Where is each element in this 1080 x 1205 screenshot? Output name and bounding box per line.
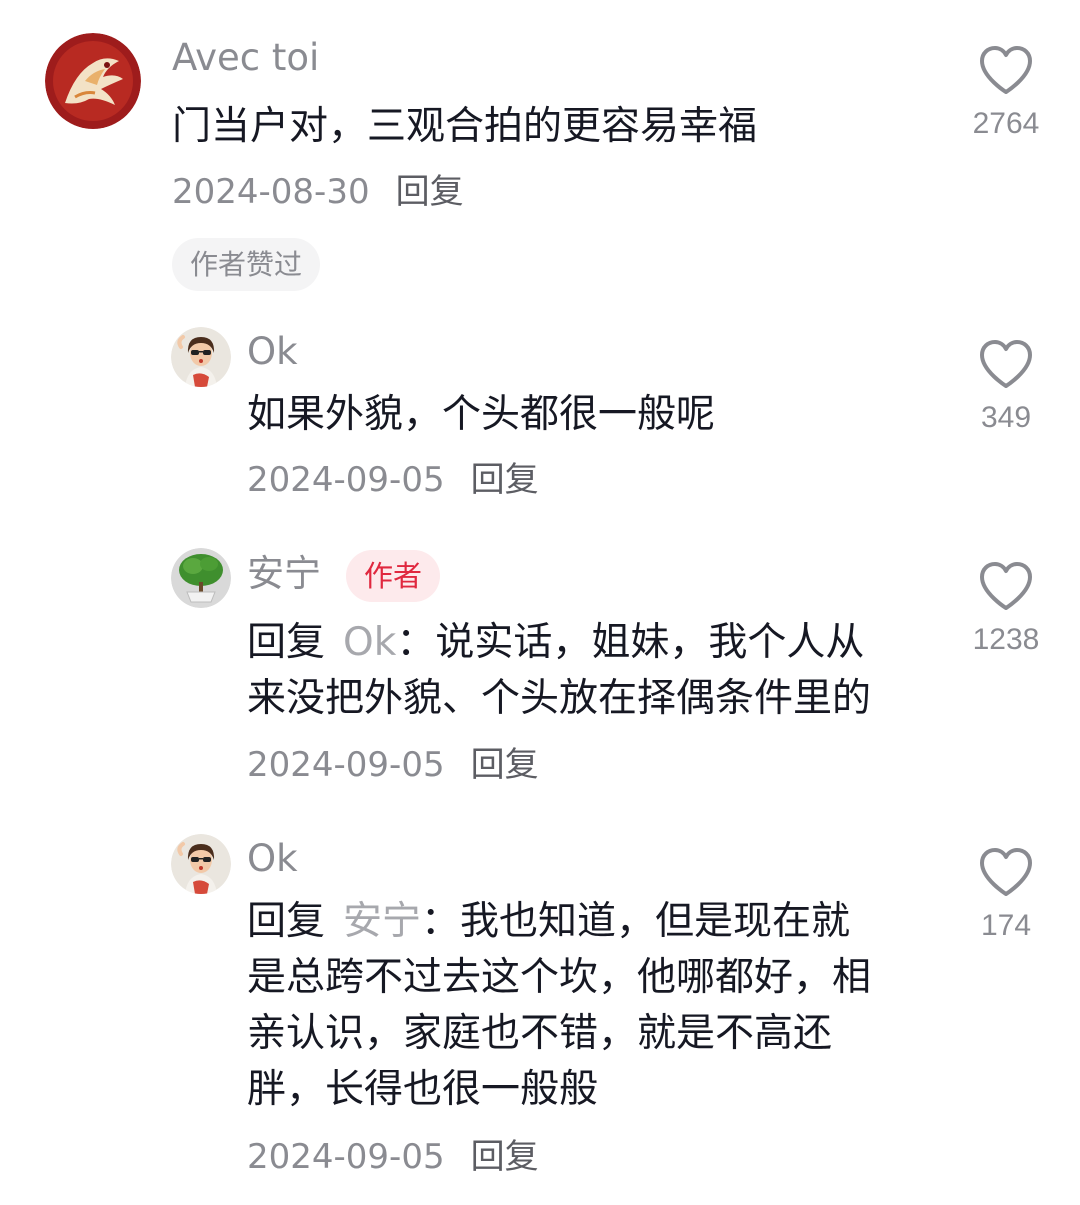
like-button[interactable]: 174 — [956, 846, 1056, 944]
comment-username[interactable]: Avec toi — [172, 36, 319, 80]
comment-date: 2024-08-30 — [172, 172, 370, 212]
girl-sunglasses-avatar-icon — [171, 327, 231, 387]
author-liked-badge: 作者赞过 — [172, 238, 321, 291]
like-button[interactable]: 1238 — [956, 560, 1056, 658]
comment-text-line: 说实话，姐妹，我个人从 — [435, 620, 865, 665]
reply-button[interactable]: 回复 — [396, 172, 464, 212]
reply-colon: ： — [396, 620, 436, 665]
reply-button[interactable]: 回复 — [471, 1137, 539, 1177]
avatar[interactable] — [171, 327, 231, 387]
avatar[interactable] — [171, 548, 231, 608]
like-count: 174 — [980, 909, 1032, 942]
comment-meta: 2024-09-05 回复 — [247, 1137, 539, 1177]
bonsai-tree-avatar-icon — [171, 548, 231, 608]
reply-button[interactable]: 回复 — [471, 460, 539, 500]
girl-sunglasses-avatar-icon — [171, 834, 231, 894]
comment-meta: 2024-09-05 回复 — [247, 745, 539, 785]
reply-colon: ： — [421, 899, 461, 944]
comment-text-line: 胖，长得也很一般般 — [247, 1067, 599, 1112]
heart-icon — [980, 46, 1032, 94]
reply-prefix: 回复 — [247, 899, 326, 944]
comment-text: 回复 Ok：说实话，姐妹，我个人从 来没把外貌、个头放在择偶条件里的 — [247, 615, 947, 727]
comment-username[interactable]: Ok — [247, 330, 298, 374]
phoenix-avatar-icon — [45, 33, 141, 129]
comment-text-line: 我也知道，但是现在就 — [460, 899, 851, 944]
comment-date: 2024-09-05 — [247, 1137, 445, 1177]
like-count: 349 — [980, 401, 1032, 434]
avatar[interactable] — [171, 834, 231, 894]
heart-icon — [980, 340, 1032, 388]
comment-username[interactable]: Ok — [247, 837, 298, 881]
heart-icon — [980, 562, 1032, 610]
comment-text: 如果外貌，个头都很一般呢 — [247, 392, 716, 437]
comment-date: 2024-09-05 — [247, 460, 445, 500]
comment-date: 2024-09-05 — [247, 745, 445, 785]
comment-text-line: 来没把外貌、个头放在择偶条件里的 — [247, 676, 872, 721]
reply-target-username[interactable]: 安宁 — [343, 899, 421, 944]
reply-target-username[interactable]: Ok — [343, 620, 396, 665]
reply-button[interactable]: 回复 — [471, 745, 539, 785]
reply-prefix: 回复 — [247, 620, 326, 665]
avatar[interactable] — [45, 33, 141, 129]
comment-text: 门当户对，三观合拍的更容易幸福 — [172, 104, 758, 149]
like-button[interactable]: 349 — [956, 338, 1056, 436]
comment-username[interactable]: 安宁 — [247, 552, 321, 596]
comment-meta: 2024-08-30 回复 — [172, 172, 464, 212]
comment-text-line: 亲认识，家庭也不错，就是不高还 — [247, 1011, 833, 1056]
like-count: 2764 — [972, 107, 1040, 140]
like-count: 1238 — [972, 623, 1040, 656]
heart-icon — [980, 848, 1032, 896]
comment-meta: 2024-09-05 回复 — [247, 460, 539, 500]
comment-text: 回复 安宁：我也知道，但是现在就 是总跨不过去这个坎，他哪都好，相 亲认识，家庭也… — [247, 894, 947, 1118]
like-button[interactable]: 2764 — [956, 44, 1056, 142]
author-badge: 作者 — [346, 550, 441, 602]
comment-text-line: 是总跨不过去这个坎，他哪都好，相 — [247, 955, 872, 1000]
